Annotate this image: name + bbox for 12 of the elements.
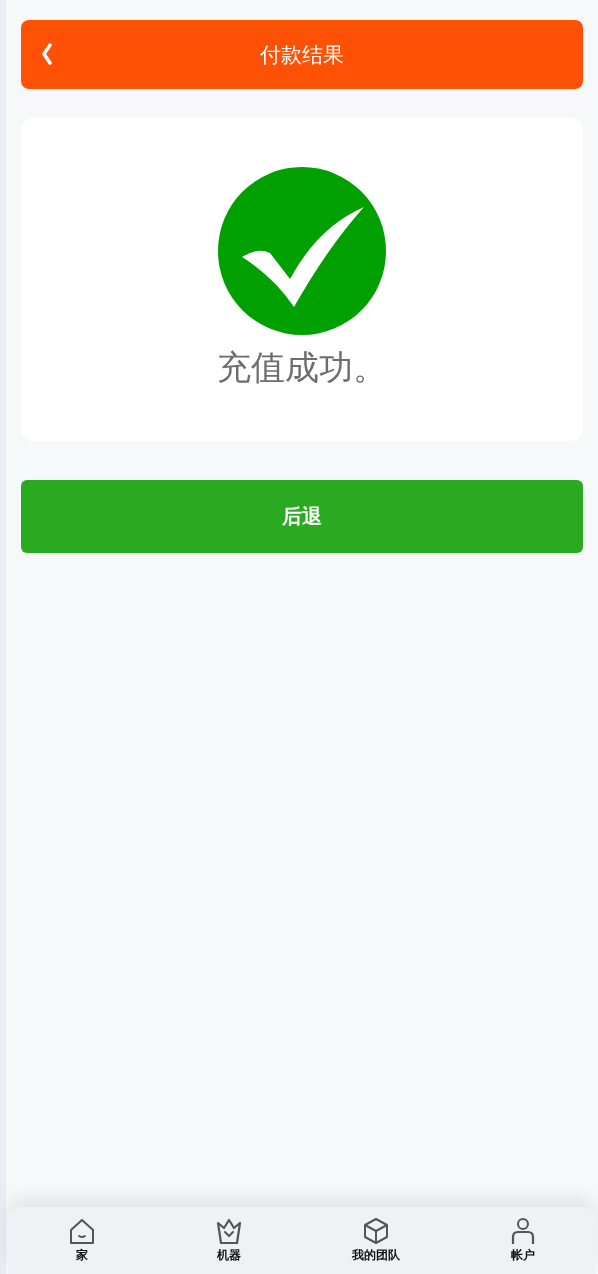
chevron-left-icon <box>41 43 53 65</box>
nav-link[interactable]: 机器 <box>216 1247 241 1264</box>
cube-icon <box>361 1217 390 1245</box>
house-icon <box>67 1217 96 1245</box>
nav-link[interactable]: 我的团队 <box>351 1247 400 1264</box>
check-circle-icon <box>218 167 386 335</box>
nav-link[interactable]: 家 <box>75 1247 88 1264</box>
back-button[interactable] <box>41 43 53 65</box>
result-message: 充值成功。 <box>217 346 387 389</box>
page-title: 付款结果 <box>260 41 344 69</box>
crown-icon <box>214 1217 243 1245</box>
nav-link[interactable]: 帐户 <box>510 1247 535 1264</box>
